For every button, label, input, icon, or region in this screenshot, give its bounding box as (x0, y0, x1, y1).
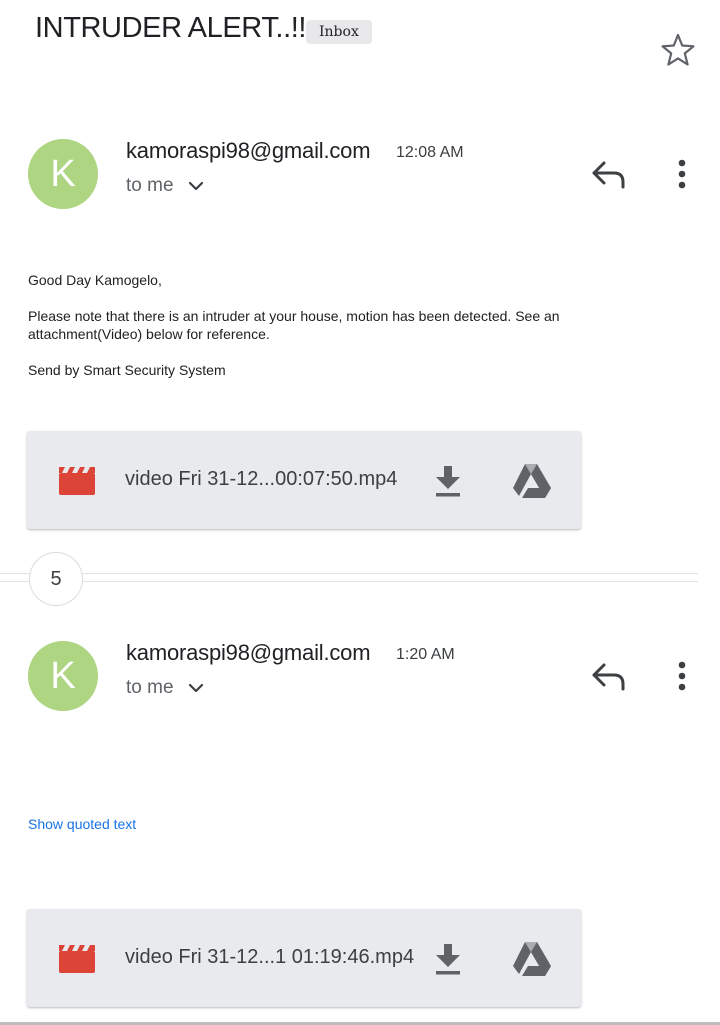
video-file-icon (59, 945, 95, 973)
download-icon[interactable] (431, 941, 465, 977)
more-options-icon[interactable] (672, 659, 692, 695)
attachment-filename: video Fri 31-12...1 01:19:46.mp4 (125, 946, 415, 968)
recipient-toggle[interactable]: to me (126, 677, 205, 699)
video-file-icon (59, 467, 95, 495)
email-subject: INTRUDER ALERT..!! (35, 12, 307, 44)
chevron-down-icon (188, 181, 203, 191)
email-signoff: Send by Smart Security System (28, 362, 226, 378)
save-to-drive-icon[interactable] (511, 461, 553, 501)
email-paragraph-line-1: Please note that there is an intruder at… (28, 308, 560, 324)
recipient-toggle[interactable]: to me (126, 175, 205, 197)
download-icon[interactable] (431, 463, 465, 499)
save-to-drive-icon[interactable] (511, 939, 553, 979)
thread-divider-line (0, 573, 698, 574)
email-greeting: Good Day Kamogelo, (28, 272, 162, 288)
show-quoted-text-link[interactable]: Show quoted text (28, 816, 136, 832)
chevron-down-icon (188, 683, 203, 693)
message-time: 1:20 AM (396, 646, 455, 663)
inbox-label-chip[interactable]: Inbox (306, 20, 372, 44)
thread-divider-line (0, 581, 698, 582)
sender-email: kamoraspi98@gmail.com (126, 138, 371, 163)
recipient-label: to me (126, 175, 174, 196)
attachment-filename: video Fri 31-12...00:07:50.mp4 (125, 468, 398, 490)
attachment-card[interactable]: video Fri 31-12...1 01:19:46.mp4 (27, 909, 581, 1007)
sender-avatar: K (28, 641, 98, 711)
sender-avatar: K (28, 139, 98, 209)
reply-icon[interactable] (590, 157, 630, 193)
recipient-label: to me (126, 677, 174, 698)
attachment-card[interactable]: video Fri 31-12...00:07:50.mp4 (27, 431, 581, 529)
reply-icon[interactable] (590, 659, 630, 695)
sender-email: kamoraspi98@gmail.com (126, 640, 371, 665)
message-time: 12:08 AM (396, 144, 464, 161)
collapsed-messages-count[interactable]: 5 (29, 552, 83, 606)
email-paragraph-line-2: attachment(Video) below for reference. (28, 326, 270, 342)
star-icon[interactable] (658, 30, 698, 70)
more-options-icon[interactable] (672, 157, 692, 193)
